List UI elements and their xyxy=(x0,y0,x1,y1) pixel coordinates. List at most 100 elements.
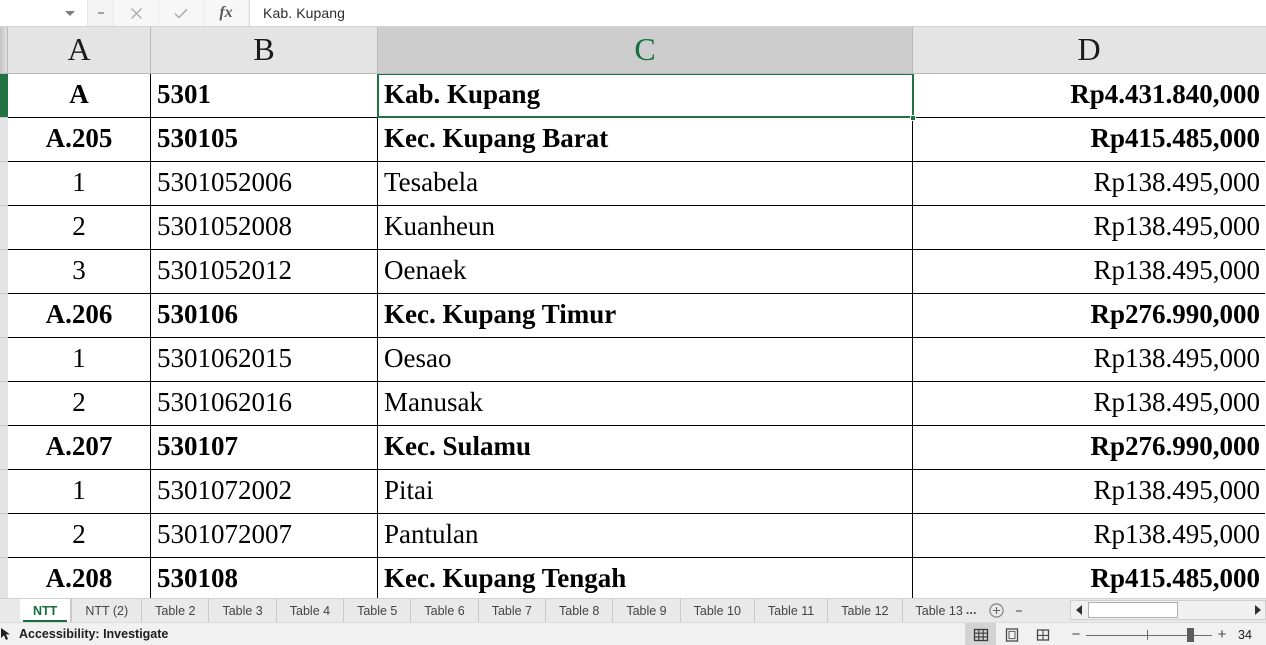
cell-C11[interactable]: Pantulan xyxy=(378,514,913,557)
sheet-list-menu-button[interactable] xyxy=(1010,599,1028,622)
row-header[interactable] xyxy=(0,514,8,558)
table-row[interactable]: A.207 530107 Kec. Sulamu Rp276.990,000 xyxy=(8,426,1265,470)
zoom-slider-thumb[interactable] xyxy=(1187,627,1194,642)
cell-B7[interactable]: 5301062015 xyxy=(151,338,378,381)
cell-A7[interactable]: 1 xyxy=(8,338,151,381)
accessibility-status[interactable]: Accessibility: Investigate xyxy=(0,627,168,641)
sheet-tab[interactable]: NTT xyxy=(20,599,72,622)
cell-D6[interactable]: Rp276.990,000 xyxy=(913,294,1265,337)
cell-C1[interactable]: Kab. Kupang xyxy=(378,74,913,117)
table-row[interactable]: 1 5301072002 Pitai Rp138.495,000 xyxy=(8,470,1265,514)
row-header[interactable] xyxy=(0,470,8,514)
table-row[interactable]: 2 5301072007 Pantulan Rp138.495,000 xyxy=(8,514,1265,558)
row-header[interactable] xyxy=(0,118,8,162)
view-page-layout-button[interactable] xyxy=(996,623,1027,645)
cell-D1[interactable]: Rp4.431.840,000 xyxy=(913,74,1265,117)
cell-B4[interactable]: 5301052008 xyxy=(151,206,378,249)
cell-A5[interactable]: 3 xyxy=(8,250,151,293)
cell-D11[interactable]: Rp138.495,000 xyxy=(913,514,1265,557)
view-normal-button[interactable] xyxy=(965,623,996,645)
row-header[interactable] xyxy=(0,162,8,206)
sheet-tab[interactable]: Table 2 xyxy=(141,599,208,622)
add-sheet-button[interactable] xyxy=(984,599,1010,622)
cell-A1[interactable]: A xyxy=(8,74,151,117)
cell-A6[interactable]: A.206 xyxy=(8,294,151,337)
cell-D9[interactable]: Rp276.990,000 xyxy=(913,426,1265,469)
formula-bar-more-icon[interactable] xyxy=(88,0,114,26)
table-row[interactable]: 1 5301052006 Tesabela Rp138.495,000 xyxy=(8,162,1265,206)
table-row[interactable]: 2 5301062016 Manusak Rp138.495,000 xyxy=(8,382,1265,426)
cell-C8[interactable]: Manusak xyxy=(378,382,913,425)
cell-A3[interactable]: 1 xyxy=(8,162,151,205)
sheet-tab[interactable]: Table 12 xyxy=(827,599,901,622)
sheet-tab[interactable]: Table 3 xyxy=(208,599,275,622)
sheet-tab[interactable]: Table 8 xyxy=(545,599,612,622)
sheet-scroll-left-button[interactable] xyxy=(0,599,20,622)
cell-C2[interactable]: Kec. Kupang Barat xyxy=(378,118,913,161)
sheet-tab[interactable]: Table 10 xyxy=(679,599,754,622)
cell-C5[interactable]: Oenaek xyxy=(378,250,913,293)
cell-C10[interactable]: Pitai xyxy=(378,470,913,513)
cell-B6[interactable]: 530106 xyxy=(151,294,378,337)
sheet-tab[interactable]: Table 11 xyxy=(753,599,827,622)
table-row[interactable]: 2 5301052008 Kuanheun Rp138.495,000 xyxy=(8,206,1265,250)
formula-input[interactable]: Kab. Kupang xyxy=(249,0,1266,26)
cell-D3[interactable]: Rp138.495,000 xyxy=(913,162,1265,205)
select-all-corner[interactable] xyxy=(0,27,8,73)
row-header[interactable] xyxy=(0,74,8,118)
column-header-a[interactable]: A xyxy=(8,27,151,73)
row-header[interactable] xyxy=(0,294,8,338)
sheet-tab[interactable]: Table 9 xyxy=(612,599,679,622)
row-header[interactable] xyxy=(0,426,8,470)
table-row[interactable]: A.208 530108 Kec. Kupang Tengah Rp415.485,0… xyxy=(8,558,1265,598)
row-header[interactable] xyxy=(0,206,8,250)
cell-C6[interactable]: Kec. Kupang Timur xyxy=(378,294,913,337)
cell-B5[interactable]: 5301052012 xyxy=(151,250,378,293)
sheet-tab[interactable]: Table 6 xyxy=(410,599,477,622)
cell-A2[interactable]: A.205 xyxy=(8,118,151,161)
cell-D8[interactable]: Rp138.495,000 xyxy=(913,382,1265,425)
cell-C4[interactable]: Kuanheun xyxy=(378,206,913,249)
cell-B11[interactable]: 5301072007 xyxy=(151,514,378,557)
table-row[interactable]: A.206 530106 Kec. Kupang Timur Rp276.990,00… xyxy=(8,294,1265,338)
scrollbar-thumb[interactable] xyxy=(1088,602,1178,618)
zoom-slider[interactable] xyxy=(1086,627,1212,642)
horizontal-scrollbar[interactable] xyxy=(1070,600,1266,620)
sheet-tabs[interactable]: NTT NTT (2) Table 2 Table 3 Table 4 Table 5 Ta… xyxy=(20,599,984,622)
worksheet-grid[interactable]: A 5301 Kab. Kupang Rp4.431.840,000 A.205 5301… xyxy=(0,74,1266,598)
column-header-d[interactable]: D xyxy=(913,27,1265,73)
cell-D4[interactable]: Rp138.495,000 xyxy=(913,206,1265,249)
cell-A11[interactable]: 2 xyxy=(8,514,151,557)
row-header[interactable] xyxy=(0,338,8,382)
cell-A10[interactable]: 1 xyxy=(8,470,151,513)
cell-A9[interactable]: A.207 xyxy=(8,426,151,469)
cell-B8[interactable]: 5301062016 xyxy=(151,382,378,425)
scroll-right-arrow-icon[interactable] xyxy=(1249,601,1265,619)
insert-function-button[interactable]: fx xyxy=(204,0,249,26)
view-page-break-button[interactable] xyxy=(1027,623,1058,645)
cell-C7[interactable]: Oesao xyxy=(378,338,913,381)
confirm-entry-button[interactable] xyxy=(159,0,204,26)
cell-D5[interactable]: Rp138.495,000 xyxy=(913,250,1265,293)
cell-B10[interactable]: 5301072002 xyxy=(151,470,378,513)
cell-A4[interactable]: 2 xyxy=(8,206,151,249)
cell-D7[interactable]: Rp138.495,000 xyxy=(913,338,1265,381)
fill-handle[interactable] xyxy=(910,115,916,121)
cell-B12[interactable]: 530108 xyxy=(151,558,378,598)
row-header-strip[interactable] xyxy=(0,74,8,598)
zoom-control[interactable]: − + 34 xyxy=(1058,626,1266,643)
cell-B1[interactable]: 5301 xyxy=(151,74,378,117)
chevron-down-icon[interactable] xyxy=(65,10,75,16)
zoom-out-button[interactable]: − xyxy=(1066,626,1086,643)
cell-D10[interactable]: Rp138.495,000 xyxy=(913,470,1265,513)
cell-D2[interactable]: Rp415.485,000 xyxy=(913,118,1265,161)
table-row[interactable]: A.205 530105 Kec. Kupang Barat Rp415.485,00… xyxy=(8,118,1265,162)
column-header-b[interactable]: B xyxy=(151,27,378,73)
name-box[interactable] xyxy=(0,0,88,26)
cancel-entry-button[interactable] xyxy=(114,0,159,26)
table-row[interactable]: A 5301 Kab. Kupang Rp4.431.840,000 xyxy=(8,74,1265,118)
cell-B3[interactable]: 5301052006 xyxy=(151,162,378,205)
sheet-tab[interactable]: Table 7 xyxy=(477,599,545,622)
cell-B9[interactable]: 530107 xyxy=(151,426,378,469)
table-row[interactable]: 3 5301052012 Oenaek Rp138.495,000 xyxy=(8,250,1265,294)
